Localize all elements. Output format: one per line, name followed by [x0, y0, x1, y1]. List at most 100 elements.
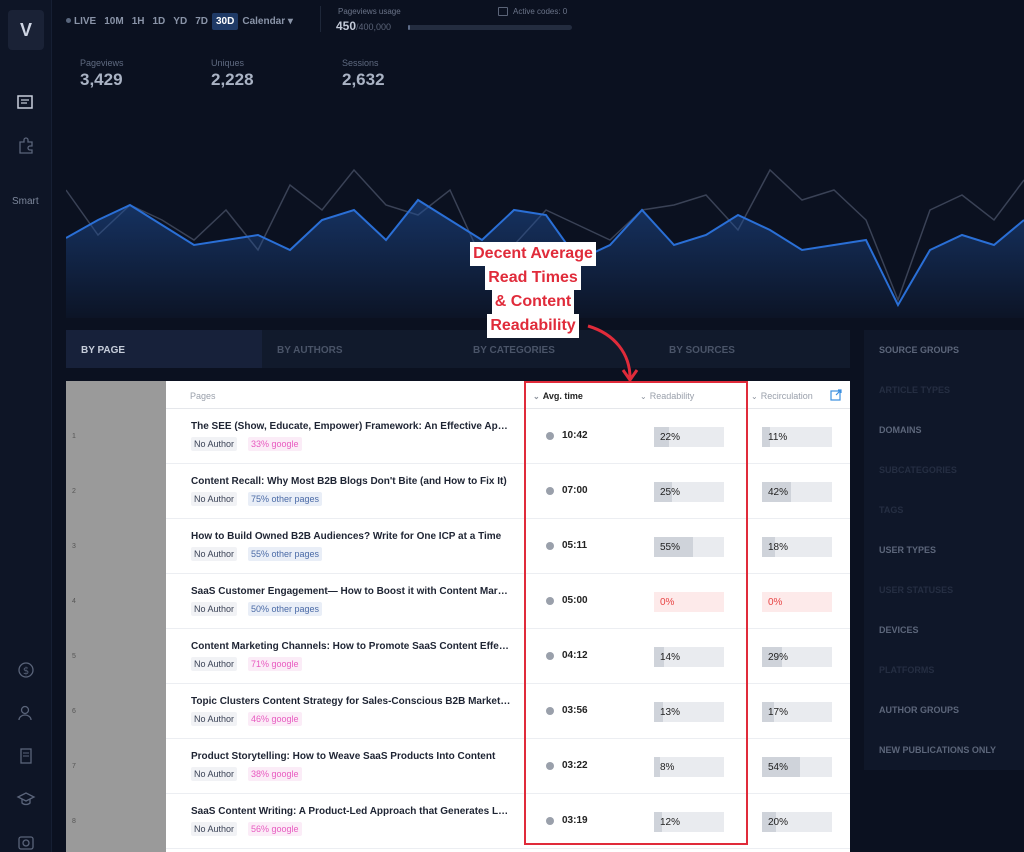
- calendar-dropdown[interactable]: Calendar ▾: [238, 13, 297, 30]
- stat-uniques[interactable]: Uniques 2,228: [211, 58, 254, 90]
- row-index-column: 1 2 3 4 5 6 7 8: [66, 381, 166, 852]
- segment-subcategories[interactable]: SUBCATEGORIES: [879, 465, 957, 475]
- author-badge[interactable]: No Author: [191, 822, 238, 836]
- documents-icon[interactable]: [16, 746, 36, 766]
- annotation-line-1: Decent Average: [470, 242, 596, 266]
- chevron-down-icon: ⌄: [751, 392, 758, 401]
- author-badge[interactable]: No Author: [191, 657, 238, 671]
- stat-sessions[interactable]: Sessions 2,632: [342, 58, 385, 90]
- source-badge[interactable]: 71% google: [248, 657, 302, 671]
- tab-by-sources[interactable]: BY SOURCES: [654, 330, 850, 368]
- range-live-button[interactable]: LIVE: [62, 13, 100, 30]
- user-settings-icon[interactable]: [16, 703, 36, 723]
- external-link-icon[interactable]: [830, 389, 842, 401]
- usage-progress-bar: [408, 25, 572, 30]
- recirculation-bar: 18%: [762, 537, 832, 557]
- recirculation-bar: 11%: [762, 427, 832, 447]
- sidebar: V Smart $: [0, 0, 52, 852]
- app-logo[interactable]: V: [8, 10, 44, 50]
- active-codes[interactable]: Active codes: 0: [498, 7, 567, 16]
- tab-by-page[interactable]: BY PAGE: [66, 330, 262, 368]
- segment-article-types[interactable]: ARTICLE TYPES: [879, 385, 950, 395]
- page-title-link[interactable]: SaaS Content Writing: A Product-Led Appr…: [191, 806, 511, 817]
- checkbox-icon[interactable]: [498, 7, 508, 16]
- range-1d-button[interactable]: 1D: [148, 13, 169, 30]
- range-yd-button[interactable]: YD: [169, 13, 191, 30]
- sidebar-smart-label[interactable]: Smart: [12, 196, 39, 207]
- header-pages[interactable]: Pages: [190, 391, 216, 401]
- segment-author-groups[interactable]: AUTHOR GROUPS: [879, 705, 959, 715]
- source-badge[interactable]: 55% other pages: [248, 547, 323, 561]
- recirculation-value: 42%: [768, 487, 789, 498]
- segment-tags[interactable]: TAGS: [879, 505, 903, 515]
- range-30d-button[interactable]: 30D: [211, 12, 239, 30]
- page-title-link[interactable]: Content Recall: Why Most B2B Blogs Don't…: [191, 476, 511, 487]
- recirculation-bar: 17%: [762, 702, 832, 722]
- source-badge[interactable]: 50% other pages: [248, 602, 323, 616]
- page-title-link[interactable]: Product Storytelling: How to Weave SaaS …: [191, 751, 511, 762]
- row-number: 2: [72, 488, 76, 495]
- author-badge[interactable]: No Author: [191, 712, 238, 726]
- source-badge[interactable]: 38% google: [248, 767, 302, 781]
- dollar-icon[interactable]: $: [16, 660, 36, 680]
- source-badge[interactable]: 75% other pages: [248, 492, 323, 506]
- row-number: 4: [72, 598, 76, 605]
- recirculation-bar: 54%: [762, 757, 832, 777]
- recirculation-bar: 42%: [762, 482, 832, 502]
- graduation-cap-icon[interactable]: [16, 789, 36, 809]
- puzzle-icon[interactable]: [16, 135, 36, 155]
- source-badge[interactable]: 33% google: [248, 437, 302, 451]
- live-dot-icon: [66, 18, 71, 24]
- range-1h-button[interactable]: 1H: [128, 13, 149, 30]
- recirculation-value: 54%: [768, 762, 789, 773]
- segment-source-groups[interactable]: SOURCE GROUPS: [879, 345, 959, 355]
- page-title-link[interactable]: How to Build Owned B2B Audiences? Write …: [191, 531, 511, 542]
- recirculation-value: 11%: [768, 432, 788, 443]
- segment-user-types[interactable]: USER TYPES: [879, 545, 936, 555]
- author-badge[interactable]: No Author: [191, 547, 238, 561]
- row-number: 7: [72, 763, 76, 770]
- row-number: 5: [72, 653, 76, 660]
- segment-user-statuses[interactable]: USER STATUSES: [879, 585, 953, 595]
- segment-platforms[interactable]: PLATFORMS: [879, 665, 934, 675]
- page-title-link[interactable]: Topic Clusters Content Strategy for Sale…: [191, 696, 511, 707]
- segment-devices[interactable]: DEVICES: [879, 625, 919, 635]
- row-number: 8: [72, 818, 76, 825]
- page-title-link[interactable]: Content Marketing Channels: How to Promo…: [191, 641, 511, 652]
- author-badge[interactable]: No Author: [191, 767, 238, 781]
- row-number: 6: [72, 708, 76, 715]
- divider: [320, 6, 321, 32]
- source-badge[interactable]: 56% google: [248, 822, 302, 836]
- recirculation-value: 29%: [768, 652, 789, 663]
- recirculation-value: 17%: [768, 707, 789, 718]
- recirculation-bar: 29%: [762, 647, 832, 667]
- annotation-arrow-icon: [587, 324, 639, 383]
- stat-pageviews[interactable]: Pageviews 3,429: [80, 58, 124, 90]
- row-number: 1: [72, 433, 76, 440]
- author-badge[interactable]: No Author: [191, 437, 238, 451]
- pageviews-usage-label: Pageviews usage: [338, 7, 401, 16]
- recirculation-value: 20%: [768, 817, 789, 828]
- recirculation-value: 18%: [768, 542, 789, 553]
- row-number: 3: [72, 543, 76, 550]
- segments-panel: SOURCE GROUPS ARTICLE TYPES DOMAINS SUBC…: [864, 330, 1024, 770]
- header-recirculation[interactable]: ⌄ Recirculation: [751, 391, 813, 401]
- dashboard-icon[interactable]: [16, 92, 36, 112]
- author-badge[interactable]: No Author: [191, 602, 238, 616]
- pageviews-usage-value: 450/400,000: [336, 19, 392, 33]
- segment-new-publications-only[interactable]: NEW PUBLICATIONS ONLY: [879, 745, 996, 755]
- range-7d-button[interactable]: 7D: [191, 13, 212, 30]
- highlight-box: [524, 381, 748, 845]
- source-badge[interactable]: 46% google: [248, 712, 302, 726]
- time-range-bar: LIVE 10M 1H 1D YD 7D 30D Calendar ▾: [62, 10, 297, 32]
- range-10m-button[interactable]: 10M: [100, 13, 127, 30]
- author-badge[interactable]: No Author: [191, 492, 238, 506]
- segment-domains[interactable]: DOMAINS: [879, 425, 922, 435]
- page-title-link[interactable]: The SEE (Show, Educate, Empower) Framewo…: [191, 421, 511, 432]
- page-title-link[interactable]: SaaS Customer Engagement— How to Boost i…: [191, 586, 511, 597]
- tab-by-authors[interactable]: BY AUTHORS: [262, 330, 458, 368]
- usage-progress-fill: [408, 25, 410, 30]
- camera-icon[interactable]: [16, 832, 36, 852]
- recirculation-bar: 20%: [762, 812, 832, 832]
- recirculation-value: 0%: [768, 597, 783, 608]
